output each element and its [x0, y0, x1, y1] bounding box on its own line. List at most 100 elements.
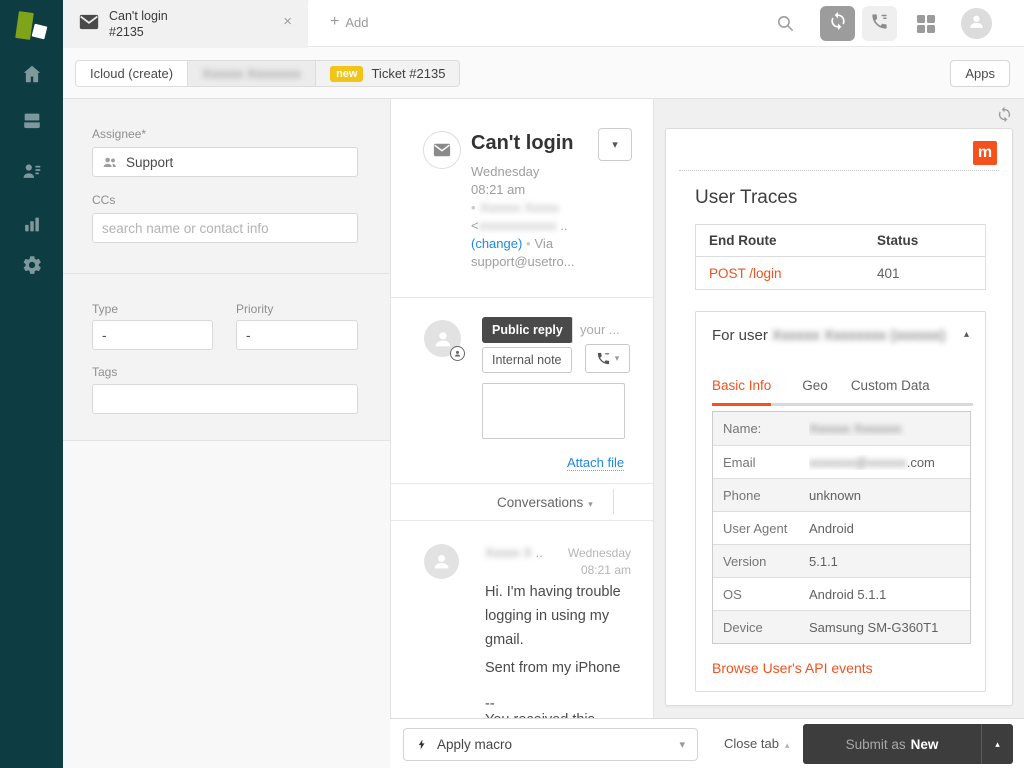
- priority-input[interactable]: [236, 320, 358, 350]
- user-avatar[interactable]: [961, 8, 992, 39]
- card-dotted-divider: [679, 170, 999, 171]
- close-tab-toggle[interactable]: Close tab▴: [724, 736, 789, 751]
- reports-icon: [21, 213, 43, 240]
- integration-panel: m User Traces End Route Status POST /log…: [654, 99, 1024, 718]
- envelope-icon: [79, 14, 99, 30]
- groove-logo[interactable]: [14, 9, 50, 47]
- sidebar-item-settings[interactable]: [0, 247, 63, 287]
- browse-api-events-link[interactable]: Browse User's API events: [712, 660, 873, 676]
- attach-file-link[interactable]: Attach file: [567, 455, 624, 471]
- person-icon: [431, 551, 452, 572]
- phone-button[interactable]: [862, 6, 897, 41]
- sync-button[interactable]: [820, 6, 855, 41]
- sidebar-item-home[interactable]: [0, 56, 63, 96]
- submit-button[interactable]: Submit as New: [803, 724, 981, 764]
- nav-sidebar: [0, 0, 63, 768]
- logo-white-square: [32, 24, 48, 40]
- breadcrumb-ticket[interactable]: new Ticket #2135: [316, 61, 459, 86]
- reply-textarea[interactable]: [482, 383, 625, 439]
- sidebar-item-contacts[interactable]: [0, 153, 63, 193]
- plus-icon: +: [330, 13, 339, 31]
- chevron-down-icon: ▾: [588, 499, 593, 509]
- table-row: Phone unknown: [713, 478, 970, 511]
- conversations-separator: [613, 489, 614, 514]
- message-timestamp: Wednesday 08:21 am: [549, 545, 631, 579]
- change-link[interactable]: (change): [471, 236, 522, 251]
- internal-note-tab[interactable]: Internal note: [482, 347, 572, 373]
- submit-options-button[interactable]: ▴: [981, 724, 1013, 764]
- collapse-icon[interactable]: ▴: [964, 329, 969, 340]
- phone-icon: [596, 351, 611, 366]
- user-traces-title: User Traces: [695, 187, 797, 209]
- table-row: Name: Xxxxxx Xxxxxxx: [713, 412, 970, 445]
- table-row: Device Samsung SM-G360T1: [713, 610, 970, 643]
- ticket-channel-avatar: [423, 131, 461, 169]
- tab-geo[interactable]: Geo: [802, 378, 828, 406]
- type-label: Type: [92, 302, 118, 316]
- tab-basic-info[interactable]: Basic Info: [712, 378, 771, 406]
- for-user-card: For user Xxxxxx Xxxxxxxx (xxxxxx) ▴ Basi…: [695, 311, 986, 692]
- message-line: Sent from my iPhone: [485, 656, 637, 680]
- agent-badge-icon: [450, 346, 465, 361]
- tab-custom-data[interactable]: Custom Data: [851, 378, 930, 406]
- ticket-time: 08:21 am: [471, 181, 643, 199]
- chevron-down-icon: ▾: [615, 353, 620, 364]
- table-row: Email xxxxxxx@xxxxxx.com: [713, 445, 970, 478]
- breadcrumb-bar: Icloud (create) Xxxxxx Xxxxxxxx new Tick…: [63, 48, 1024, 99]
- close-tab-icon[interactable]: ×: [283, 13, 292, 30]
- footer-bar: Apply macro ▾ Close tab▴ Submit as New ▴: [390, 718, 1024, 768]
- sidebar-item-tickets[interactable]: [0, 103, 63, 143]
- reply-hint-text: your ...: [580, 322, 620, 337]
- basic-info-table: Name: Xxxxxx Xxxxxxx Email xxxxxxx@xxxxx…: [712, 411, 971, 644]
- tab-ticket-number: #2135: [109, 24, 144, 40]
- via-label: Via: [535, 236, 554, 251]
- search-icon[interactable]: [776, 14, 795, 33]
- ticket-from-name: Xxxxxx Xxxxx: [480, 200, 559, 215]
- ticket-title: Can't login: [471, 132, 574, 155]
- table-row: OS Android 5.1.1: [713, 577, 970, 610]
- breadcrumb-mailbox[interactable]: Icloud (create): [76, 61, 188, 86]
- envelope-icon: [433, 143, 451, 157]
- sync-icon: [828, 11, 848, 36]
- form-section-divider: [63, 273, 390, 274]
- ccs-input[interactable]: [92, 213, 358, 243]
- assignee-select[interactable]: Support: [92, 147, 358, 177]
- tickets-icon: [21, 110, 43, 137]
- ccs-label: CCs: [92, 193, 115, 207]
- col-end-route: End Route: [696, 233, 875, 248]
- trace-route-link[interactable]: POST /login: [696, 266, 875, 281]
- table-row: Version 5.1.1: [713, 544, 970, 577]
- tags-input[interactable]: [92, 384, 358, 414]
- caret-up-icon: ▴: [995, 739, 1000, 750]
- public-reply-tab[interactable]: Public reply: [482, 317, 573, 343]
- user-card-tabs: Basic Info Geo Custom Data: [712, 378, 973, 406]
- table-row: POST /login 401: [696, 256, 985, 289]
- ticket-actions-dropdown[interactable]: ▾: [598, 128, 632, 161]
- priority-label: Priority: [236, 302, 273, 316]
- ticket-properties-panel: Assignee* Support CCs Type Priority Tags: [63, 99, 390, 768]
- message-line: Hi. I'm having trouble logging in using …: [485, 580, 637, 652]
- conversations-dropdown[interactable]: Conversations▾: [497, 495, 593, 510]
- for-user-header: For user Xxxxxx Xxxxxxxx (xxxxxx) ▴: [696, 312, 985, 358]
- for-user-label: For user: [712, 327, 768, 344]
- contacts-icon: [21, 160, 43, 187]
- apply-macro-select[interactable]: Apply macro ▾: [403, 728, 698, 761]
- for-user-name: Xxxxxx Xxxxxxxx (xxxxxx): [772, 327, 945, 344]
- ticket-tab[interactable]: Can't login #2135 ×: [63, 0, 308, 48]
- table-row: User Agent Android: [713, 511, 970, 544]
- assignee-label: Assignee*: [92, 127, 146, 141]
- apps-button[interactable]: Apps: [950, 60, 1010, 87]
- person-icon: [432, 328, 454, 350]
- conversations-divider-bottom: [391, 520, 654, 521]
- message-author[interactable]: Xxxxx X ..: [485, 545, 543, 560]
- refresh-icon[interactable]: [996, 106, 1013, 123]
- gear-icon: [21, 254, 43, 281]
- add-tab-button[interactable]: + Add: [330, 13, 368, 31]
- apps-grid-icon[interactable]: [917, 15, 935, 33]
- call-dropdown-button[interactable]: ▾: [585, 344, 630, 373]
- team-icon: [102, 155, 118, 169]
- phone-icon: [870, 12, 889, 36]
- breadcrumb-customer[interactable]: Xxxxxx Xxxxxxxx: [188, 61, 316, 86]
- type-input[interactable]: [92, 320, 213, 350]
- sidebar-item-reports[interactable]: [0, 206, 63, 246]
